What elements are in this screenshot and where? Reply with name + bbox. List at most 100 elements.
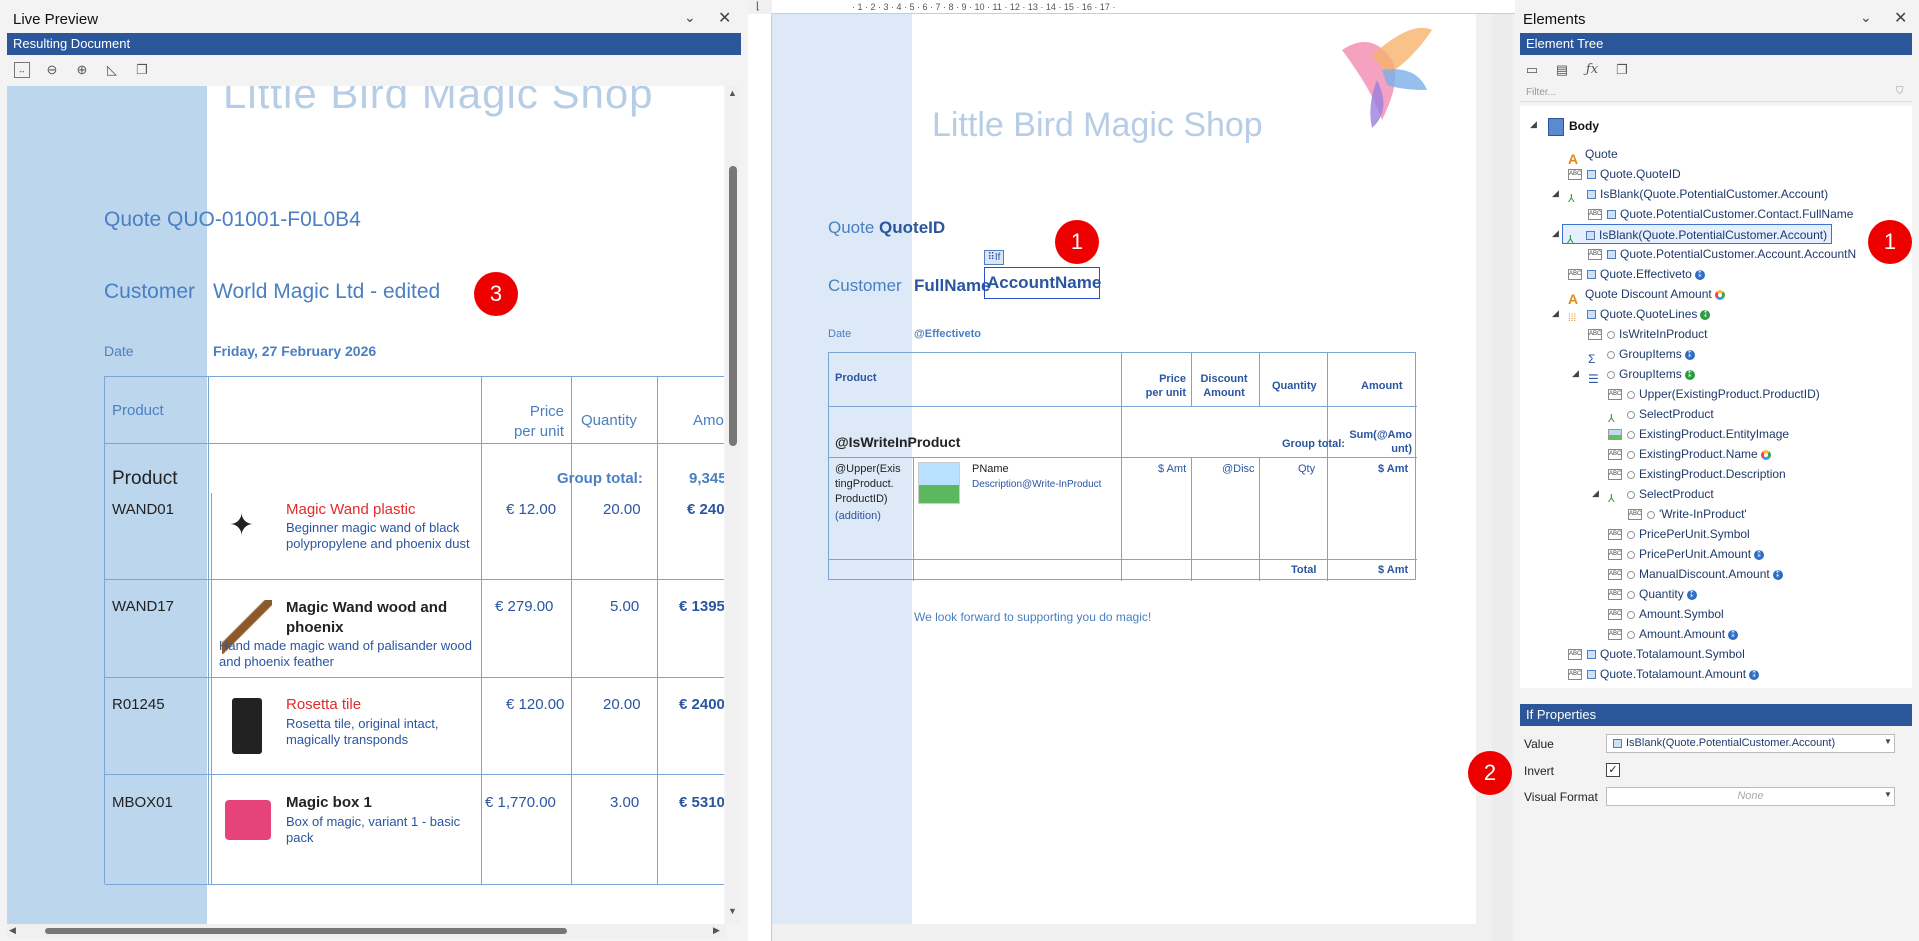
disc-cell[interactable]: @Disc bbox=[1222, 463, 1255, 475]
visual-format-dropdown-icon[interactable]: ▼ bbox=[1884, 790, 1892, 799]
iswriteinproduct-field[interactable]: @IsWriteInProduct bbox=[835, 434, 960, 450]
row-code: WAND01 bbox=[112, 501, 174, 518]
zoom-in-icon[interactable]: ⊕ bbox=[74, 62, 90, 78]
fullname-field[interactable]: FullName bbox=[914, 276, 991, 296]
tree-item[interactable]: ExistingProduct.EntityImage bbox=[1608, 424, 1789, 444]
row-qty: 3.00 bbox=[610, 794, 640, 811]
tree-item[interactable]: ABC Quote.Totalamount.Amount ⁑ bbox=[1568, 664, 1760, 684]
tree-item[interactable]: ABC Quantity ⁑ bbox=[1608, 584, 1697, 604]
tree-item[interactable]: ABC Quote.Totalamount.Symbol bbox=[1568, 644, 1745, 664]
tree-item[interactable]: ☰ GroupItems ⁑ bbox=[1588, 364, 1695, 386]
tree-item[interactable]: A Quote bbox=[1568, 144, 1618, 167]
copy-icon[interactable]: ❐ bbox=[134, 62, 150, 78]
row-name: Magic Wand plastic bbox=[286, 501, 416, 518]
row-qty: 20.00 bbox=[603, 501, 641, 518]
copy-icon[interactable]: ❐ bbox=[1614, 62, 1630, 78]
row-amount: € 5310 bbox=[679, 794, 724, 811]
fit-width-icon[interactable]: ↔ bbox=[14, 62, 30, 78]
value-dropdown-icon[interactable]: ▼ bbox=[1884, 737, 1892, 746]
ruler-icon[interactable]: ◺ bbox=[104, 62, 120, 78]
row-name: Magic box 1 bbox=[286, 794, 372, 811]
live-preview-panel: Live Preview ⌄ ✕ Resulting Document ↔ ⊖ … bbox=[0, 0, 745, 941]
add-comment-icon[interactable]: ▭ bbox=[1524, 62, 1540, 78]
tree-item[interactable]: ABC ExistingProduct.Name bbox=[1608, 444, 1771, 464]
horizontal-ruler: · 1 · 2 · 3 · 4 · 5 · 6 · 7 · 8 · 9 · 10… bbox=[772, 0, 1515, 14]
row-price: € 12.00 bbox=[506, 501, 557, 518]
scroll-up-icon[interactable]: ▲ bbox=[728, 88, 737, 98]
pdesc-field[interactable]: Description@Write-InProduct bbox=[972, 479, 1101, 490]
tree-item[interactable]: ABC PricePerUnit.Symbol bbox=[1608, 524, 1750, 544]
amt-cell[interactable]: $ Amt bbox=[1378, 463, 1408, 475]
elements-panel: Elements ⌄ ✕ Element Tree ▭ ▤ ƒx ❐ Filte… bbox=[1518, 0, 1919, 941]
qty-cell[interactable]: Qty bbox=[1298, 463, 1315, 475]
design-row-addition: (addition) bbox=[835, 510, 881, 522]
tree-label: SelectProduct bbox=[1639, 487, 1714, 501]
zoom-out-icon[interactable]: ⊖ bbox=[44, 62, 60, 78]
if-properties-bar: If Properties bbox=[1520, 704, 1912, 726]
tree-item[interactable]: ABC PricePerUnit.Amount ⁑ bbox=[1608, 544, 1765, 564]
format-icon: ⁑ bbox=[1686, 589, 1697, 600]
scroll-left-icon[interactable]: ◀ bbox=[9, 925, 16, 936]
filter-icon[interactable]: ⛉ bbox=[1896, 86, 1904, 97]
annotation-badge-3: 3 bbox=[474, 272, 518, 316]
row-name: Magic Wand wood and phoenix bbox=[286, 599, 448, 636]
invert-checkbox[interactable]: ✓ bbox=[1606, 763, 1620, 777]
tree-item[interactable]: A Quote Discount Amount bbox=[1568, 284, 1725, 307]
chevron-down-icon[interactable]: ⌄ bbox=[684, 9, 696, 26]
row-code: WAND17 bbox=[112, 598, 174, 615]
total-value[interactable]: $ Amt bbox=[1378, 564, 1408, 576]
tree-item-selected[interactable]: ⅄ IsBlank(Quote.PotentialCustomer.Account… bbox=[1562, 224, 1833, 247]
value-select[interactable]: IsBlank(Quote.PotentialCustomer.Account) bbox=[1606, 734, 1895, 753]
effectiveto-field[interactable]: @Effectiveto bbox=[914, 328, 981, 340]
product-image-placeholder[interactable] bbox=[918, 462, 960, 504]
tree-item[interactable]: ⅄ SelectProduct bbox=[1608, 484, 1714, 505]
design-header-discount: Discount Amount bbox=[1200, 373, 1248, 399]
tree-item[interactable]: ABC Amount.Symbol bbox=[1608, 604, 1724, 624]
close-icon[interactable]: ✕ bbox=[718, 8, 731, 28]
tree-item[interactable]: ABC Quote.QuoteID bbox=[1568, 164, 1681, 184]
annotation-badge-1: 1 bbox=[1055, 220, 1099, 264]
tree-item[interactable]: ABC Quote.PotentialCustomer.Contact.FullN… bbox=[1588, 204, 1853, 224]
design-vscroll[interactable] bbox=[1492, 14, 1512, 941]
bird-logo bbox=[1332, 20, 1432, 130]
close-icon[interactable]: ✕ bbox=[1894, 8, 1907, 28]
design-group-total-field[interactable]: Sum(@Amo unt) bbox=[1348, 428, 1412, 456]
tree-item[interactable]: ABC Quote.Effectiveto ⁑ bbox=[1568, 264, 1705, 284]
tree-item-body[interactable]: Body bbox=[1548, 116, 1599, 136]
tree-item[interactable]: ⅄ IsBlank(Quote.PotentialCustomer.Account… bbox=[1568, 184, 1828, 205]
h-scrollbar-thumb[interactable] bbox=[45, 928, 567, 934]
branch-icon: ⅄ bbox=[1567, 234, 1574, 247]
tree-item[interactable]: ABC Upper(ExistingProduct.ProductID) bbox=[1608, 384, 1820, 404]
tree-item[interactable]: ABC IsWriteInProduct bbox=[1588, 324, 1707, 344]
scrollbar-thumb[interactable] bbox=[729, 166, 737, 446]
horizontal-scrollbar[interactable]: ◀ ▶ bbox=[7, 924, 726, 938]
tree-item[interactable]: ⁞⁞⁞ Quote.QuoteLines ⁑ bbox=[1568, 304, 1711, 324]
function-icon[interactable]: ƒx bbox=[1584, 62, 1600, 78]
filter-input[interactable]: Filter... bbox=[1520, 84, 1912, 102]
if-tag[interactable]: ⠿If bbox=[984, 250, 1004, 265]
tree-item[interactable]: ABC Amount.Amount ⁑ bbox=[1608, 624, 1739, 644]
scroll-down-icon[interactable]: ▼ bbox=[728, 906, 737, 916]
chevron-down-icon[interactable]: ⌄ bbox=[1860, 9, 1872, 26]
tree-item[interactable]: Σ GroupItems ⁑ bbox=[1588, 344, 1695, 366]
design-table[interactable] bbox=[828, 352, 1417, 581]
vertical-scrollbar[interactable]: ▲ ▼ bbox=[726, 86, 740, 924]
quoteid-field[interactable]: QuoteID bbox=[879, 218, 945, 237]
format-icon: ⁑ bbox=[1700, 309, 1711, 320]
comment-icon[interactable]: ▤ bbox=[1554, 62, 1570, 78]
tree-item[interactable]: ABC Quote.PotentialCustomer.Account.Accou… bbox=[1588, 244, 1856, 264]
design-row-code[interactable]: @Upper(Exis tingProduct. ProductID) bbox=[835, 462, 901, 507]
tree-item[interactable]: ABC 'Write-InProduct' bbox=[1628, 504, 1747, 524]
ruler-corner-icon[interactable]: ⌊ bbox=[756, 1, 760, 12]
tree-item[interactable]: ABC ManualDiscount.Amount ⁑ bbox=[1608, 564, 1783, 584]
tree-label: PricePerUnit.Symbol bbox=[1639, 527, 1750, 541]
abc-icon: ABC bbox=[1608, 549, 1622, 561]
scroll-right-icon[interactable]: ▶ bbox=[713, 925, 720, 936]
accountname-field[interactable]: AccountName bbox=[984, 267, 1101, 299]
tree-item[interactable]: ⅄ SelectProduct bbox=[1608, 404, 1714, 425]
visual-format-select[interactable]: None bbox=[1606, 787, 1895, 806]
field-icon bbox=[1587, 310, 1596, 320]
price-cell[interactable]: $ Amt bbox=[1158, 463, 1186, 475]
pname-field[interactable]: PName bbox=[972, 463, 1009, 475]
tree-item[interactable]: ABC ExistingProduct.Description bbox=[1608, 464, 1786, 484]
